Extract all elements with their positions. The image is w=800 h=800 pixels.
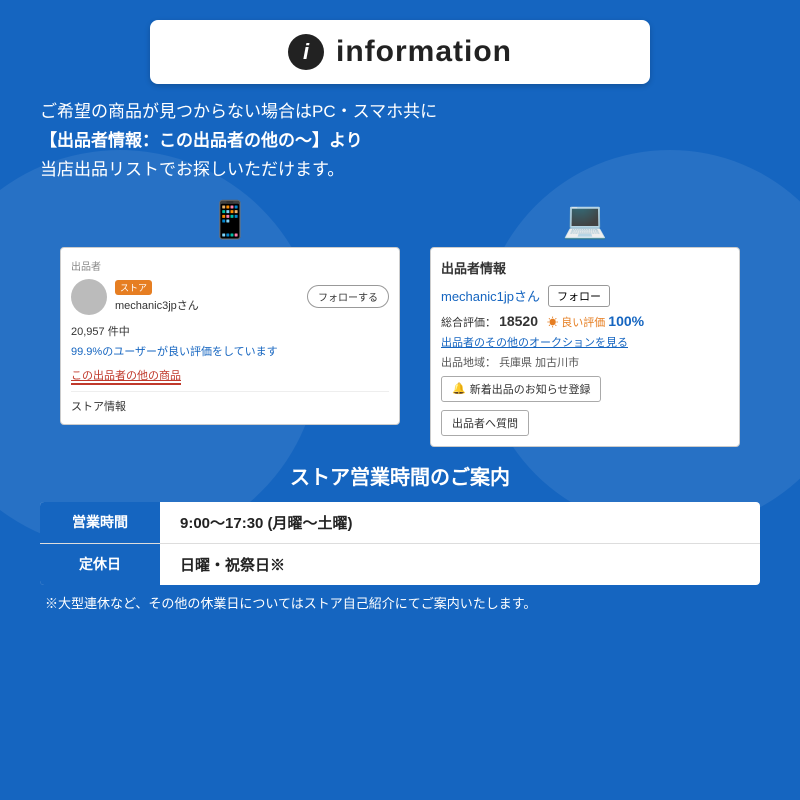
info-icon: i — [288, 34, 324, 70]
page-title: information — [336, 35, 512, 69]
pc-section-label: 出品者情報 — [441, 258, 729, 277]
footnote: ※大型連休など、その他の休業日についてはストア自己紹介にてご案内いたします。 — [40, 593, 760, 612]
pc-follow-button[interactable]: フォロー — [548, 285, 610, 307]
store-badge: ストア — [115, 280, 152, 295]
mobile-screen-container: 📱 出品者 ストア mechanic3jpさん フォローする 20,957 件中… — [60, 199, 400, 425]
description-block: ご希望の商品が見つからない場合はPC・スマホ共に 【出品者情報：この出品者の他の… — [30, 98, 770, 185]
desc-line3: 当店出品リストでお探しいただけます。 — [40, 156, 760, 185]
rating-good-label: 良い評価 — [561, 317, 605, 329]
pc-seller-name: mechanic1jpさん — [441, 286, 540, 305]
mobile-seller-row: ストア mechanic3jpさん フォローする — [71, 279, 389, 315]
mobile-screenshot: 出品者 ストア mechanic3jpさん フォローする 20,957 件中 9… — [60, 247, 400, 425]
stats-percent: 99.9%のユーザーが良い評価をしています — [71, 343, 389, 359]
rating-row: 総合評価： 18520 ☀ 良い評価 100% — [441, 313, 729, 330]
avatar — [71, 279, 107, 315]
store-hours-section: ストア営業時間のご案内 営業時間 9:00〜17:30 (月曜〜土曜) 定休日 … — [30, 461, 770, 612]
mobile-device-icon: 📱 — [208, 199, 253, 241]
screenshots-row: 📱 出品者 ストア mechanic3jpさん フォローする 20,957 件中… — [30, 199, 770, 447]
store-hours-title: ストア営業時間のご案内 — [40, 461, 760, 490]
pc-seller-row: mechanic1jpさん フォロー — [441, 285, 729, 307]
hours-table: 営業時間 9:00〜17:30 (月曜〜土曜) 定休日 日曜・祝祭日※ — [40, 502, 760, 585]
rating-label: 総合評価： — [441, 317, 496, 329]
location: 出品地域： 兵庫県 加古川市 — [441, 354, 729, 370]
mobile-section-label: 出品者 — [71, 258, 389, 273]
hours-label-holiday: 定休日 — [40, 544, 160, 585]
seller-info: ストア mechanic3jpさん — [115, 280, 299, 313]
hours-label-business: 営業時間 — [40, 502, 160, 543]
desc-line1: ご希望の商品が見つからない場合はPC・スマホ共に — [40, 98, 760, 127]
question-button[interactable]: 出品者へ質問 — [441, 410, 529, 436]
rating-percent: 100% — [608, 313, 644, 329]
bell-icon: 🔔 — [452, 382, 466, 395]
pc-screen-container: 💻 出品者情報 mechanic1jpさん フォロー 総合評価： 18520 ☀… — [430, 199, 740, 447]
auction-link[interactable]: 出品者のその他のオークションを見る — [441, 334, 729, 350]
follow-button[interactable]: フォローする — [307, 285, 389, 308]
desc-line2: 【出品者情報：この出品者の他の〜】より — [40, 127, 760, 156]
rating-count: 18520 — [499, 313, 538, 329]
seller-name: mechanic3jpさん — [115, 297, 299, 313]
pc-screenshot: 出品者情報 mechanic1jpさん フォロー 総合評価： 18520 ☀ 良… — [430, 247, 740, 447]
store-info-label: ストア情報 — [71, 391, 389, 414]
header-bar: i information — [150, 20, 650, 84]
stats-count: 20,957 件中 — [71, 323, 389, 339]
hours-row-business: 営業時間 9:00〜17:30 (月曜〜土曜) — [40, 502, 760, 544]
hours-row-holiday: 定休日 日曜・祝祭日※ — [40, 544, 760, 585]
pc-device-icon: 💻 — [563, 199, 608, 241]
notify-button[interactable]: 🔔 新着出品のお知らせ登録 — [441, 376, 601, 402]
hours-value-holiday: 日曜・祝祭日※ — [160, 544, 305, 585]
hours-value-business: 9:00〜17:30 (月曜〜土曜) — [160, 502, 373, 543]
other-items-link[interactable]: この出品者の他の商品 — [71, 367, 181, 385]
rating-sun-icon: ☀ — [547, 317, 558, 329]
